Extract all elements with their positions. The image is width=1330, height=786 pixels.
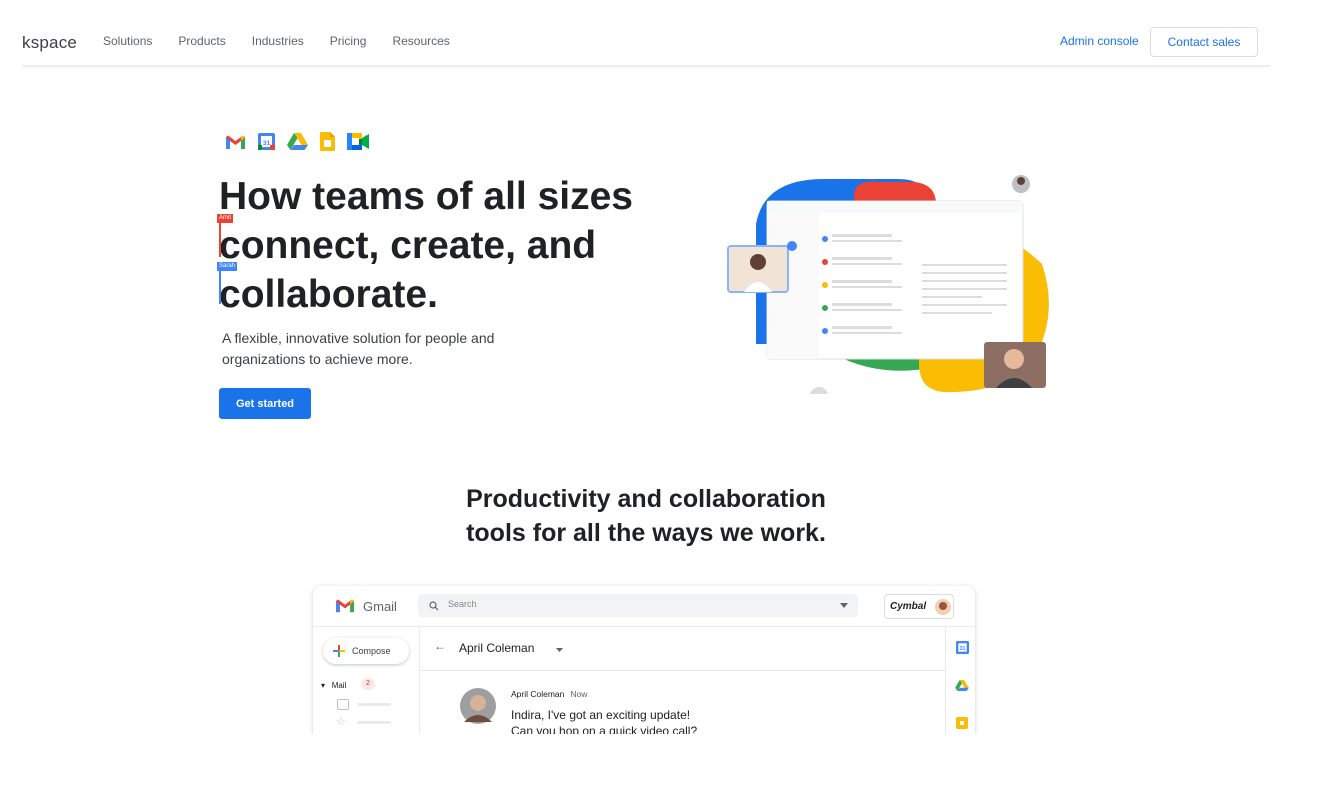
svg-text:31: 31 [263,140,271,147]
search-icon [429,601,439,611]
contact-sales-button[interactable]: Contact sales [1150,27,1258,57]
meet-icon [347,133,369,150]
message-body: Indira, I've got an exciting update! Can… [511,708,698,734]
hero-subtitle: A flexible, innovative solution for peop… [222,330,495,367]
gmail-search-input[interactable]: Search [418,594,858,617]
inbox-checkbox-icon[interactable] [337,699,349,710]
amit-cursor [219,219,221,257]
chevron-down-icon[interactable] [556,648,563,652]
amit-cursor-tag: Amit [217,214,233,223]
docs-icon [320,132,335,151]
calendar-icon[interactable]: 31 [956,641,969,654]
avatar-bottom [810,387,828,394]
compose-plus-icon [333,645,345,657]
star-icon[interactable]: ☆ [336,715,346,728]
nav-link-pricing[interactable]: Pricing [330,34,367,48]
app-logos-row: 31 [225,132,369,151]
gmail-preview-card: Gmail Search Cymbal Compose ▾ Mail 2 ☆ ←… [313,586,975,734]
hero-headline: How teams of all sizes connect, create, … [219,172,679,319]
drive-icon [287,133,308,150]
calendar-icon: 31 [258,133,275,150]
headline-line-1: How teams of all sizes [219,175,633,218]
gmail-icon [226,135,245,149]
sarah-cursor-tag: Sarah [217,262,238,271]
side-apps-rail: 31 [945,626,975,734]
back-arrow-icon[interactable]: ← [434,639,446,653]
gmail-toolbar: Gmail Search Cymbal [313,586,975,627]
keep-icon[interactable] [956,717,968,729]
sarah-cursor [219,266,221,304]
nav-link-resources[interactable]: Resources [392,34,449,48]
conversation-header: ← April Coleman [420,626,945,671]
message-sender: April Coleman Now [511,689,588,699]
gmail-title: Gmail [363,599,397,614]
headline-line-3: collaborate. [219,273,438,316]
sender-avatar [460,688,496,724]
top-navigation: kspace Solutions Products Industries Pri… [22,14,1270,66]
nav-link-products[interactable]: Products [178,34,225,48]
get-started-button[interactable]: Get started [219,388,311,419]
nav-link-solutions[interactable]: Solutions [103,34,152,48]
svg-text:31: 31 [960,646,966,652]
admin-console-link[interactable]: Admin console [1060,34,1139,48]
message-time: Now [570,689,588,699]
section-title: Productivity and collaboration tools for… [466,485,826,547]
mail-unread-badge: 2 [361,678,375,690]
account-avatar [935,599,951,615]
conversation-name: April Coleman [459,641,535,655]
mail-folder[interactable]: ▾ Mail [321,681,346,690]
nav-links: Solutions Products Industries Pricing Re… [103,34,450,48]
org-account-chip[interactable]: Cymbal [884,594,954,619]
compose-button[interactable]: Compose [323,638,409,664]
brand-logo[interactable]: kspace [22,33,77,53]
hero-illustration [727,175,1049,394]
browser-viewport: kspace Solutions Products Industries Pri… [22,14,1270,734]
nav-link-industries[interactable]: Industries [252,34,304,48]
conversation-pane: ← April Coleman April Coleman Now Indira,… [419,626,946,734]
headline-line-2: connect, create, and [219,224,597,267]
gmail-logo-icon [336,599,354,613]
search-options-icon[interactable] [840,603,848,608]
drive-icon[interactable] [955,680,969,691]
